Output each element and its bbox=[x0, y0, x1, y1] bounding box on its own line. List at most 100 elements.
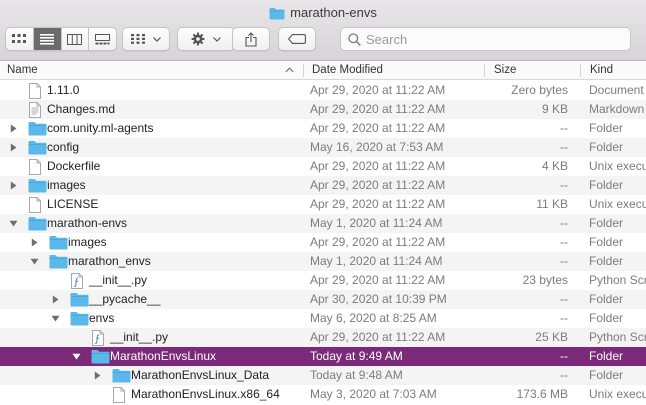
date-modified: May 1, 2020 at 11:24 AM bbox=[310, 216, 443, 230]
file-size: 11 KB bbox=[536, 197, 568, 211]
file-kind: Unix executable bbox=[589, 197, 646, 211]
date-modified: Apr 29, 2020 at 11:22 AM bbox=[310, 102, 446, 116]
file-kind: Folder bbox=[589, 368, 624, 382]
file-size: -- bbox=[560, 311, 568, 325]
date-modified: Apr 29, 2020 at 11:22 AM bbox=[310, 83, 446, 97]
date-modified: May 6, 2020 at 8:25 AM bbox=[310, 311, 437, 325]
sort-chevron-up-icon[interactable] bbox=[285, 67, 294, 73]
disclosure-triangle-icon[interactable] bbox=[8, 138, 18, 157]
disclosure-triangle-icon[interactable] bbox=[50, 309, 60, 328]
file-size: Zero bytes bbox=[511, 83, 568, 97]
file-kind: Folder bbox=[589, 349, 624, 363]
file-size: -- bbox=[560, 178, 568, 192]
file-name: images bbox=[68, 235, 107, 249]
table-row[interactable]: __init__.py Apr 29, 2020 at 11:22 AM 25 KB… bbox=[0, 328, 646, 347]
file-name: marathon_envs bbox=[68, 254, 151, 268]
date-modified: Apr 29, 2020 at 11:22 AM bbox=[310, 159, 446, 173]
file-kind: Markdown bbox=[589, 102, 645, 116]
column-divider[interactable] bbox=[580, 64, 581, 77]
disclosure-triangle-icon[interactable] bbox=[8, 214, 18, 233]
column-header-kind[interactable]: Kind bbox=[590, 61, 613, 80]
search-field[interactable] bbox=[340, 27, 631, 51]
group-icon bbox=[131, 34, 145, 44]
date-modified: Today at 9:49 AM bbox=[310, 349, 403, 363]
file-name: Dockerfile bbox=[47, 159, 101, 173]
disclosure-triangle-icon[interactable] bbox=[92, 366, 102, 385]
file-list: 1.11.0 Apr 29, 2020 at 11:22 AM Zero bytes… bbox=[0, 81, 646, 404]
file-name: images bbox=[47, 178, 86, 192]
gallery-view-button[interactable] bbox=[89, 28, 116, 50]
column-divider[interactable] bbox=[303, 64, 304, 77]
date-modified: Apr 29, 2020 at 11:22 AM bbox=[310, 178, 446, 192]
table-row[interactable]: LICENSE Apr 29, 2020 at 11:22 AM 11 KB Unix… bbox=[0, 195, 646, 214]
chevron-down-icon bbox=[153, 36, 161, 42]
table-row[interactable]: MarathonEnvsLinux_Data Today at 9:48 AM --… bbox=[0, 366, 646, 385]
table-row[interactable]: envs May 6, 2020 at 8:25 AM -- Folder bbox=[0, 309, 646, 328]
table-row[interactable]: Changes.md Apr 29, 2020 at 11:22 AM 9 KB Ma… bbox=[0, 100, 646, 119]
column-view-icon bbox=[67, 33, 83, 45]
date-modified: Apr 29, 2020 at 11:22 AM bbox=[310, 197, 446, 211]
toolbar: marathon-envs bbox=[0, 0, 646, 61]
date-modified: Apr 29, 2020 at 11:22 AM bbox=[310, 330, 446, 344]
file-kind: Folder bbox=[589, 235, 624, 249]
column-view-button[interactable] bbox=[62, 28, 90, 50]
table-row[interactable]: images Apr 29, 2020 at 11:22 AM -- Folder bbox=[0, 176, 646, 195]
icon-view-button[interactable] bbox=[6, 28, 34, 50]
share-button[interactable] bbox=[232, 27, 270, 51]
finder-window: marathon-envs Search Name Date Modified … bbox=[0, 0, 646, 405]
list-view-button[interactable] bbox=[33, 28, 62, 50]
file-size: -- bbox=[560, 216, 568, 230]
disclosure-triangle-icon[interactable] bbox=[8, 176, 18, 195]
file-size: 23 bytes bbox=[522, 273, 568, 287]
file-kind: Folder bbox=[589, 254, 624, 268]
disclosure-triangle-icon[interactable] bbox=[29, 233, 39, 252]
table-row[interactable]: com.unity.ml-agents Apr 29, 2020 at 11:22… bbox=[0, 119, 646, 138]
file-kind: Python Script bbox=[589, 330, 646, 344]
gear-icon bbox=[191, 32, 205, 46]
file-name: __init__.py bbox=[89, 273, 148, 287]
file-size: 4 KB bbox=[541, 159, 568, 173]
table-row[interactable]: marathon_envs May 1, 2020 at 11:24 AM -- Fo… bbox=[0, 252, 646, 271]
table-row[interactable]: __pycache__ Apr 30, 2020 at 10:39 PM -- Fol… bbox=[0, 290, 646, 309]
file-kind: Folder bbox=[589, 292, 624, 306]
search-input[interactable] bbox=[366, 31, 616, 47]
file-name: envs bbox=[89, 311, 115, 325]
table-row[interactable]: 1.11.0 Apr 29, 2020 at 11:22 AM Zero bytes… bbox=[0, 81, 646, 100]
share-icon bbox=[245, 31, 257, 47]
disclosure-triangle-icon[interactable] bbox=[29, 252, 39, 271]
action-menu-button[interactable] bbox=[177, 27, 235, 51]
tags-button[interactable] bbox=[278, 27, 316, 51]
chevron-down-icon bbox=[213, 36, 221, 42]
disclosure-triangle-icon[interactable] bbox=[8, 119, 18, 138]
table-row[interactable]: MarathonEnvsLinux.x86_64 May 3, 2020 at 7… bbox=[0, 385, 646, 404]
column-header-name[interactable]: Name bbox=[7, 61, 38, 80]
file-name: __pycache__ bbox=[89, 292, 161, 306]
file-name: Changes.md bbox=[47, 102, 116, 116]
file-kind: Folder bbox=[589, 216, 624, 230]
file-size: -- bbox=[560, 368, 568, 382]
table-row[interactable]: Dockerfile Apr 29, 2020 at 11:22 AM 4 KB Un… bbox=[0, 157, 646, 176]
disclosure-triangle-icon[interactable] bbox=[71, 347, 81, 366]
group-by-button[interactable] bbox=[122, 27, 170, 51]
table-row-selected[interactable]: MarathonEnvsLinux Today at 9:49 AM -- Folde… bbox=[0, 347, 646, 366]
column-header-date[interactable]: Date Modified bbox=[312, 61, 383, 80]
file-size: 25 KB bbox=[535, 330, 568, 344]
file-name: MarathonEnvsLinux bbox=[110, 349, 217, 363]
file-kind: Folder bbox=[589, 311, 624, 325]
column-header-size[interactable]: Size bbox=[494, 61, 516, 80]
file-kind: Document bbox=[589, 83, 644, 97]
file-name: com.unity.ml-agents bbox=[47, 121, 154, 135]
table-row[interactable]: __init__.py Apr 29, 2020 at 11:22 AM 23 by… bbox=[0, 271, 646, 290]
table-row[interactable]: marathon-envs May 1, 2020 at 11:24 AM -- Fo… bbox=[0, 214, 646, 233]
column-divider[interactable] bbox=[484, 64, 485, 77]
file-name: MarathonEnvsLinux_Data bbox=[131, 368, 270, 382]
file-kind: Folder bbox=[589, 121, 624, 135]
table-row[interactable]: config May 16, 2020 at 7:53 AM -- Folder bbox=[0, 138, 646, 157]
window-title: marathon-envs bbox=[0, 5, 646, 20]
column-header: Name Date Modified Size Kind bbox=[0, 61, 646, 80]
disclosure-triangle-icon[interactable] bbox=[50, 290, 60, 309]
file-name: 1.11.0 bbox=[47, 83, 80, 97]
table-row[interactable]: images Apr 29, 2020 at 11:22 AM -- Folder bbox=[0, 233, 646, 252]
date-modified: Apr 30, 2020 at 10:39 PM bbox=[310, 292, 447, 306]
folder-icon bbox=[269, 8, 285, 20]
